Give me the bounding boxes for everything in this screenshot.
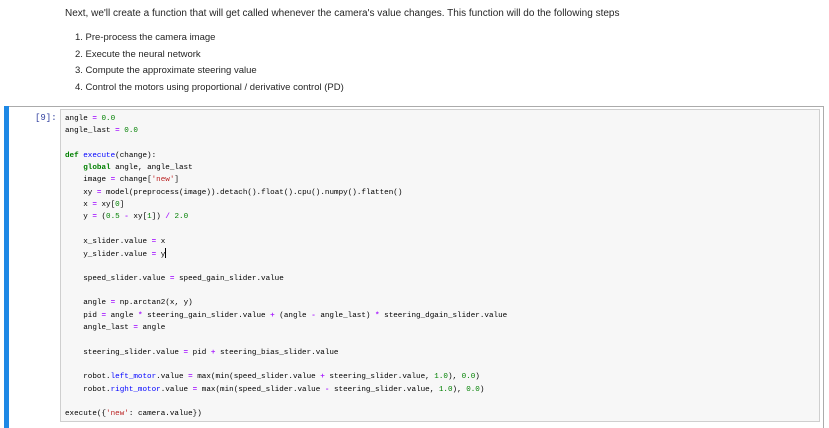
code-line: y_slider.value = y: [65, 248, 507, 260]
text-cursor: [165, 248, 167, 259]
code-line: robot.left_motor.value = max(min(speed_s…: [83, 373, 480, 382]
code-line: steering_slider.value = pid + steering_b…: [83, 348, 339, 357]
selected-cell-indicator[interactable]: [4, 106, 9, 428]
code-content[interactable]: angle = 0.0 angle_last = 0.0 def execute(…: [65, 113, 507, 420]
list-item: 1. Pre-process the camera image: [75, 32, 216, 43]
code-line: angle = 0.0: [65, 115, 116, 123]
code-line: pid = angle * steering_gain_slider.value…: [83, 311, 508, 320]
execution-count-prompt: [9]:: [35, 113, 57, 123]
code-line: angle = np.arctan2(x, y): [83, 299, 193, 308]
list-item: 3. Compute the approximate steering valu…: [75, 65, 257, 76]
code-line: xy = model(preprocess(image)).detach().f…: [83, 188, 403, 197]
code-line: image = change['new']: [83, 176, 179, 185]
markdown-steps-list: 1. Pre-process the camera image 2. Execu…: [75, 31, 344, 97]
code-line: y = (0.5 - xy[1]) / 2.0: [83, 213, 189, 222]
code-line: angle_last = angle: [83, 324, 166, 333]
code-line: x = xy[0]: [83, 201, 125, 210]
code-line: speed_slider.value = speed_gain_slider.v…: [83, 274, 284, 283]
code-line: def execute(change):: [65, 151, 157, 160]
code-editor[interactable]: angle = 0.0 angle_last = 0.0 def execute(…: [60, 109, 820, 422]
code-line: robot.right_motor.value = max(min(speed_…: [83, 385, 485, 394]
code-line: x_slider.value = x: [83, 237, 166, 246]
code-line: angle_last = 0.0: [65, 127, 138, 136]
list-item: 2. Execute the neural network: [75, 48, 201, 60]
markdown-intro-text: Next, we'll create a function that will …: [65, 8, 620, 19]
code-line: global angle, angle_last: [83, 164, 193, 173]
code-line: execute({'new': camera.value}): [65, 410, 202, 419]
list-item: 4. Control the motors using proportional…: [75, 81, 344, 93]
